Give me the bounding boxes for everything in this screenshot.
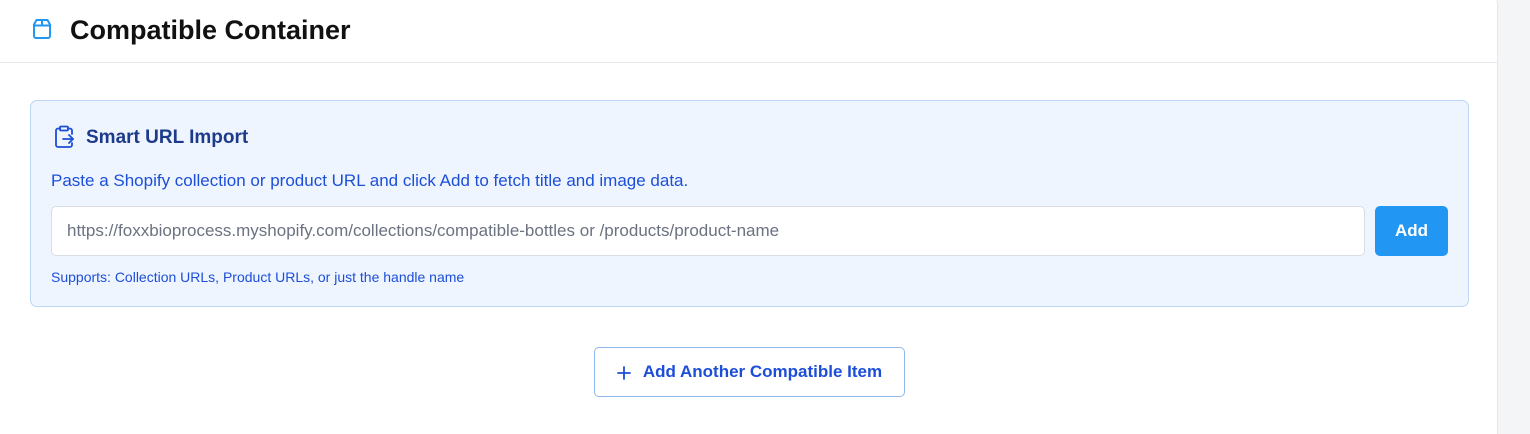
clipboard-import-icon [52,125,76,149]
add-another-item-label: Add Another Compatible Item [642,362,883,381]
smart-url-import-panel: Smart URL Import Paste a Shopify collect… [30,100,1469,307]
add-url-button[interactable]: Add [1375,206,1448,256]
compatible-container-card: Compatible Container Smart URL Import Pa… [0,0,1498,434]
package-icon [31,18,53,40]
add-another-item-button[interactable]: Add Another Compatible Item [594,347,905,397]
page-title: Compatible Container [70,15,351,45]
card-header: Compatible Container [0,0,1498,63]
url-input[interactable] [51,206,1365,256]
plus-icon [616,365,631,380]
supported-formats-hint: Supports: Collection URLs, Product URLs,… [51,269,465,285]
smart-import-description: Paste a Shopify collection or product UR… [51,171,689,190]
smart-import-title: Smart URL Import [86,127,249,148]
